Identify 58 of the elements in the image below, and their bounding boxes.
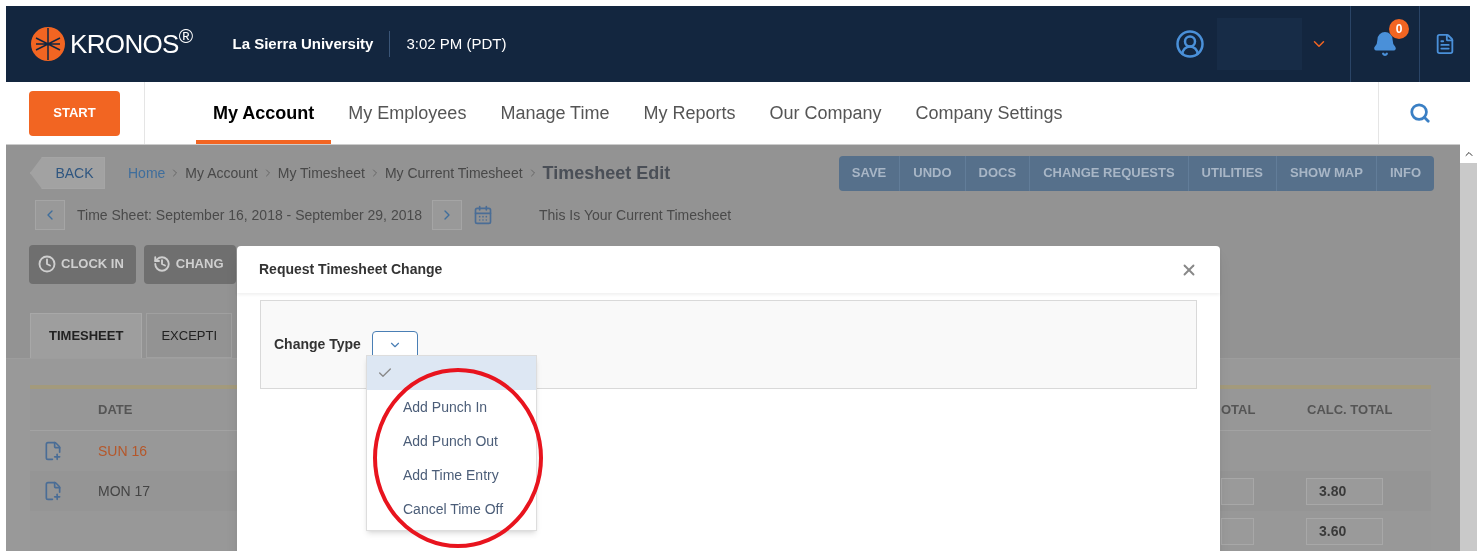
breadcrumb-link[interactable]: My Account [185, 162, 258, 184]
dropdown-option[interactable]: Cancel Time Off [367, 492, 536, 526]
dropdown-option[interactable]: Add Punch Out [367, 424, 536, 458]
field-label: Change Type [274, 335, 361, 354]
action-button[interactable]: SAVE [838, 155, 900, 191]
action-button[interactable]: UNDO [899, 155, 965, 191]
organization-name: La Sierra University [232, 33, 374, 54]
period-label: Time Sheet: September 16, 2018 - September 29, 2018 [77, 205, 423, 225]
back-button[interactable]: BACK [30, 157, 105, 189]
dropdown-option[interactable] [367, 356, 536, 390]
breadcrumb-link[interactable]: My Timesheet [277, 162, 365, 184]
timesheet-tab[interactable]: EXCEPTI [146, 313, 233, 358]
action-button[interactable]: SHOW MAP [1276, 155, 1376, 191]
toolbar-button[interactable]: CLOCK IN [29, 244, 136, 284]
nav-tab[interactable]: My Employees [331, 82, 484, 144]
nav-tab[interactable]: Our Company [752, 82, 899, 144]
add-entry-icon[interactable] [43, 481, 63, 501]
total-field[interactable] [1221, 477, 1254, 505]
timesheet-tab[interactable]: TIMESHEET [30, 313, 143, 358]
nav-tab[interactable]: My Reports [626, 82, 753, 144]
action-button[interactable]: DOCS [964, 155, 1030, 191]
column-header: CALC. TOTAL [1307, 400, 1393, 419]
notifications-icon[interactable] [1372, 31, 1398, 58]
search-icon[interactable] [1408, 102, 1431, 125]
action-button[interactable]: UTILITIES [1187, 155, 1276, 191]
column-header: DATE [98, 400, 134, 419]
scrollbar[interactable] [1460, 145, 1477, 551]
previous-period-button[interactable] [35, 200, 65, 230]
start-button[interactable]: START [29, 90, 120, 136]
calendar-icon[interactable] [473, 205, 494, 225]
period-note: This Is Your Current Timesheet [539, 205, 732, 225]
current-time: 3:02 PM (PDT) [406, 33, 507, 54]
dropdown-option[interactable]: Add Punch In [367, 390, 536, 424]
dialog-title: Request Timesheet Change [259, 260, 443, 279]
page-title: Timesheet Edit [542, 161, 671, 185]
next-period-button[interactable] [432, 200, 463, 230]
breadcrumb-link[interactable]: My Current Timesheet [384, 162, 523, 184]
breadcrumb-link[interactable]: Home [128, 162, 166, 184]
dropdown-option[interactable]: Add Time Entry [367, 458, 536, 492]
history-icon [152, 255, 171, 273]
nav-tab[interactable]: Manage Time [483, 82, 627, 144]
day-label: MON 17 [98, 483, 151, 499]
total-field[interactable] [1221, 517, 1254, 545]
document-icon[interactable] [1434, 33, 1456, 56]
action-button[interactable]: INFO [1375, 155, 1434, 191]
calc-total-field: 3.60 [1306, 517, 1383, 545]
action-button[interactable]: CHANGE REQUESTS [1029, 155, 1188, 191]
column-header: OTAL [1221, 400, 1257, 419]
notification-count: 0 [1389, 19, 1409, 40]
calc-total-field: 3.80 [1306, 477, 1383, 505]
logo-text: KRONOS$^{®}$ [70, 24, 193, 61]
toolbar-button[interactable]: CHANG [143, 244, 236, 284]
user-avatar-icon[interactable] [1175, 29, 1205, 60]
nav-tab[interactable]: Company Settings [898, 82, 1080, 144]
add-entry-icon[interactable] [43, 441, 63, 461]
clock-icon [38, 255, 56, 273]
day-label: SUN 16 [98, 443, 148, 459]
logo-icon [30, 26, 66, 63]
